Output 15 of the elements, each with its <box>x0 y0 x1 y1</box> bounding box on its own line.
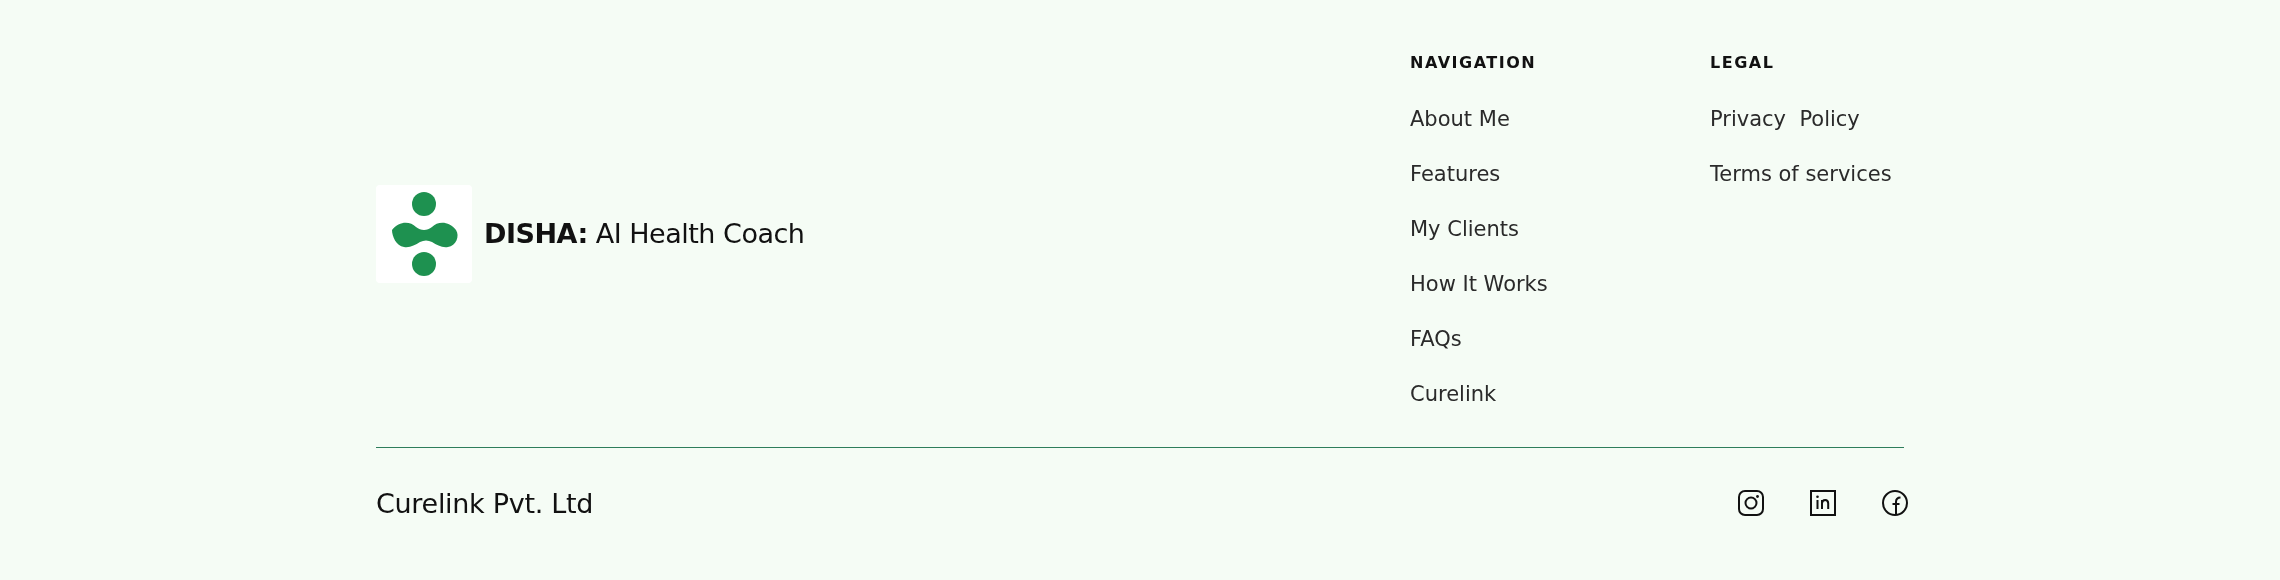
footer-link[interactable]: Terms of services <box>1710 159 1892 189</box>
footer-link[interactable]: FAQs <box>1410 324 1462 354</box>
footer-link[interactable]: How It Works <box>1410 269 1548 299</box>
linkedin-icon[interactable] <box>1808 488 1838 518</box>
facebook-icon[interactable] <box>1880 488 1910 518</box>
instagram-icon[interactable] <box>1736 488 1766 518</box>
brand-name: DISHA: AI Health Coach <box>484 218 805 249</box>
copyright-text: Curelink Pvt. Ltd <box>376 487 594 519</box>
footer-link[interactable]: Features <box>1410 159 1501 189</box>
footer-link[interactable]: Privacy Policy <box>1710 104 1860 134</box>
column-heading: NAVIGATION <box>1410 52 1538 74</box>
footer-link[interactable]: About Me <box>1410 104 1510 134</box>
footer-link[interactable]: My Clients <box>1410 214 1519 244</box>
footer-link[interactable]: Curelink <box>1410 379 1497 409</box>
column-heading: LEGAL <box>1710 52 1776 74</box>
